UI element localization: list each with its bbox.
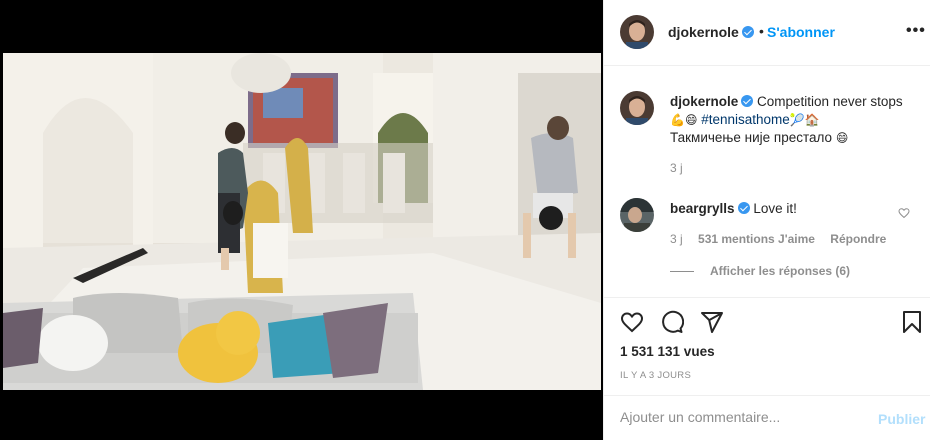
add-comment-bar: Publier [604, 395, 930, 440]
views-count[interactable]: 1 531 131 vues [620, 344, 715, 359]
post-panel: djokernole • S'abonner ••• djokernole Co… [603, 0, 930, 440]
comments-list: djokernole Competition never stops 💪😄 #t… [604, 67, 930, 297]
video-frame [3, 53, 601, 390]
heart-icon[interactable] [620, 310, 644, 334]
caption-time[interactable]: 3 j [670, 161, 683, 175]
caption-body: Competition never stops [757, 94, 903, 109]
view-replies-label: Afficher les réponses (6) [710, 264, 851, 278]
caption-emoji-2: 🎾🏠 [789, 113, 820, 127]
author-username[interactable]: djokernole [668, 24, 754, 40]
share-icon[interactable] [700, 310, 724, 334]
caption-username[interactable]: djokernole [670, 94, 738, 109]
caption-hashtag[interactable]: #tennisathome [701, 112, 790, 127]
author-avatar[interactable] [620, 15, 654, 49]
comment-meta: 3 j 531 mentions J'aime Répondre [670, 232, 898, 246]
post-date[interactable]: IL Y A 3 JOURS [620, 370, 691, 381]
avatar-image [620, 15, 654, 49]
replies-line [670, 271, 694, 273]
reply-button[interactable]: Répondre [830, 232, 886, 246]
commenter-username[interactable]: beargrylls [670, 201, 735, 216]
caption-line-2: Такмичење није престало [670, 130, 833, 145]
comment-input[interactable] [620, 409, 860, 425]
post-media [0, 0, 603, 440]
video-player[interactable] [3, 53, 601, 390]
bookmark-icon[interactable] [900, 310, 924, 334]
more-options-icon[interactable]: ••• [906, 23, 926, 39]
avatar-image [620, 91, 654, 125]
post-header: djokernole • S'abonner ••• [604, 0, 930, 66]
commenter-avatar[interactable] [620, 198, 654, 232]
post-comment-button[interactable]: Publier [878, 411, 925, 427]
comment-time[interactable]: 3 j [670, 232, 683, 246]
verified-icon [737, 202, 750, 214]
caption-text: djokernole Competition never stops 💪😄 #t… [670, 93, 920, 147]
caption-avatar[interactable] [620, 91, 654, 125]
caption-emoji: 💪😄 [670, 113, 698, 127]
verified-icon [741, 26, 754, 38]
follow-button[interactable]: S'abonner [767, 24, 835, 40]
caption-emoji-3: 😄 [835, 131, 849, 145]
comment-heart-icon[interactable] [898, 207, 910, 219]
view-replies-button[interactable]: Afficher les réponses (6) [670, 264, 850, 278]
comment-body: Love it! [753, 201, 797, 216]
separator-dot: • [759, 23, 764, 39]
verified-icon [741, 95, 754, 107]
comment-icon[interactable] [660, 310, 684, 334]
comment-likes[interactable]: 531 mentions J'aime [698, 232, 815, 246]
comment-text: beargrylls Love it! [670, 201, 797, 216]
avatar-image [620, 198, 654, 232]
